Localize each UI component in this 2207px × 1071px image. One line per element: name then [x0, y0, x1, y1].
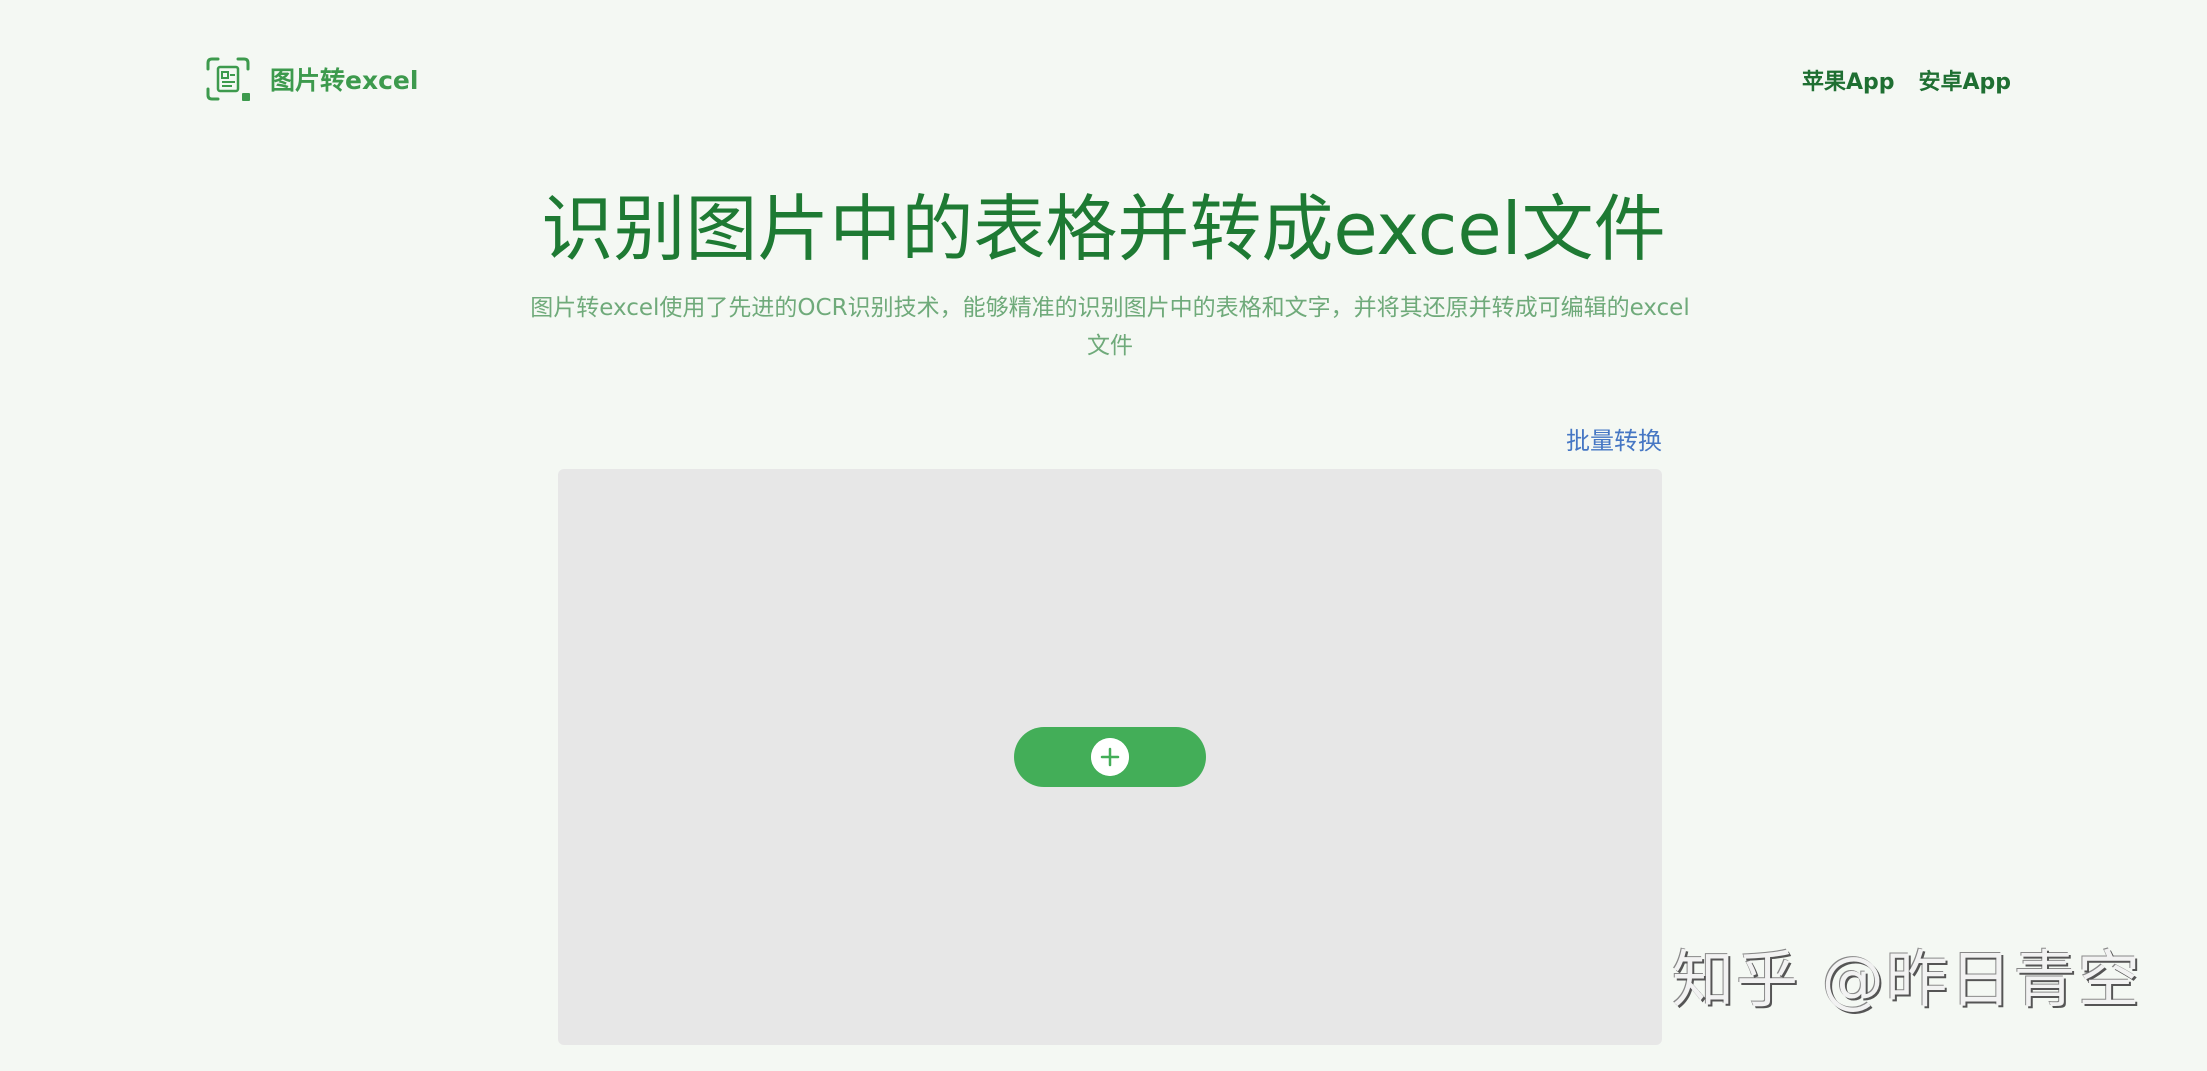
top-nav: 苹果App 安卓App [1802, 64, 2011, 96]
site-header: 图片转excel 苹果App 安卓App [0, 0, 2207, 160]
nav-link-ios-app[interactable]: 苹果App [1802, 64, 1895, 96]
page-title: 识别图片中的表格并转成excel文件 [0, 184, 2207, 274]
scan-document-icon [204, 55, 252, 103]
upload-button[interactable] [1014, 727, 1206, 787]
logo-text: 图片转excel [270, 61, 418, 97]
page-subtitle: 图片转excel使用了先进的OCR识别技术，能够精准的识别图片中的表格和文字，并… [530, 289, 1690, 365]
plus-circle-icon [1091, 738, 1129, 776]
zhihu-watermark: 知乎 @昨日青空 [1672, 942, 2142, 1018]
batch-convert-link[interactable]: 批量转换 [1566, 421, 1662, 456]
nav-link-android-app[interactable]: 安卓App [1918, 64, 2011, 96]
upload-dropzone[interactable] [558, 469, 1662, 1045]
site-logo[interactable]: 图片转excel [204, 55, 418, 103]
